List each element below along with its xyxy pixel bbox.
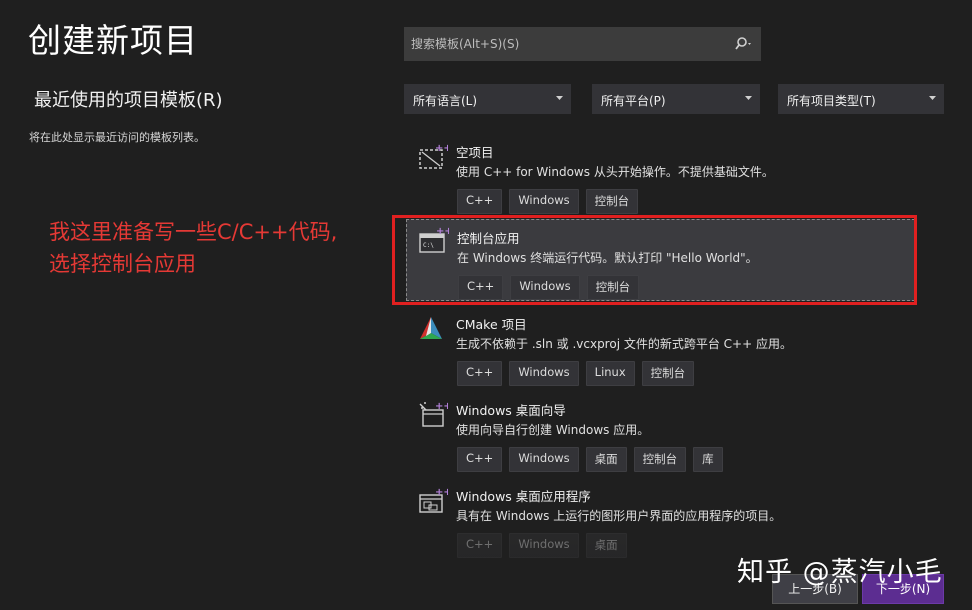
annotation-line: 我这里准备写一些C/C++代码, — [49, 220, 338, 244]
tag: Windows — [509, 361, 579, 386]
tag: C++ — [457, 533, 503, 558]
template-description: 使用 C++ for Windows 从头开始操作。不提供基础文件。 — [456, 165, 774, 179]
tag: Windows — [509, 447, 579, 472]
template-description: 在 Windows 终端运行代码。默认打印 "Hello World"。 — [457, 251, 758, 265]
tag: Linux — [585, 361, 635, 386]
tag: 桌面 — [585, 447, 627, 472]
chevron-down-icon — [556, 96, 563, 100]
tag: C++ — [457, 361, 503, 386]
svg-text:C:\: C:\ — [423, 242, 434, 249]
template-description: 生成不依赖于 .sln 或 .vcxproj 文件的新式跨平台 C++ 应用。 — [456, 337, 792, 351]
tag: C++ — [458, 275, 504, 300]
watermark: 知乎 @蒸汽小毛 — [737, 557, 943, 588]
chevron-down-icon — [929, 96, 936, 100]
svg-text:++: ++ — [435, 401, 448, 412]
template-cmake-project[interactable]: CMake 项目 生成不依赖于 .sln 或 .vcxproj 文件的新式跨平台… — [406, 306, 915, 388]
chevron-down-icon — [745, 96, 752, 100]
platform-filter[interactable]: 所有平台(P) — [592, 84, 760, 114]
template-name: 控制台应用 — [457, 231, 520, 246]
platform-filter-label: 所有平台(P) — [601, 94, 666, 108]
template-description: 具有在 Windows 上运行的图形用户界面的应用程序的项目。 — [456, 509, 782, 523]
annotation-text: 我这里准备写一些C/C++代码, 选择控制台应用 — [49, 216, 337, 280]
tag: C++ — [457, 189, 503, 214]
template-name: Windows 桌面应用程序 — [456, 489, 591, 504]
tag: Windows — [509, 533, 579, 558]
empty-project-icon: ++ — [419, 143, 448, 169]
tag: 控制台 — [585, 189, 639, 214]
search-icon[interactable] — [734, 36, 754, 52]
desktop-wizard-icon: ++ — [419, 401, 448, 427]
tag: 控制台 — [641, 361, 695, 386]
tag: 控制台 — [586, 275, 640, 300]
svg-text:++: ++ — [436, 226, 449, 237]
cmake-icon — [420, 317, 442, 339]
template-empty-project[interactable]: ++ 空项目 使用 C++ for Windows 从头开始操作。不提供基础文件… — [406, 134, 915, 214]
tag: C++ — [457, 447, 503, 472]
language-filter-label: 所有语言(L) — [413, 94, 478, 108]
template-name: 空项目 — [456, 145, 494, 160]
template-name: Windows 桌面向导 — [456, 403, 566, 418]
template-windows-desktop-app[interactable]: ++ Windows 桌面应用程序 具有在 Windows 上运行的图形用户界面… — [406, 478, 915, 558]
recent-templates-empty-text: 将在此处显示最近访问的模板列表。 — [29, 131, 205, 144]
template-description: 使用向导自行创建 Windows 应用。 — [456, 423, 650, 437]
page-title: 创建新项目 — [28, 21, 198, 60]
project-type-filter[interactable]: 所有项目类型(T) — [778, 84, 944, 114]
tag: Windows — [509, 189, 579, 214]
language-filter[interactable]: 所有语言(L) — [404, 84, 571, 114]
template-name: CMake 项目 — [456, 317, 527, 332]
console-app-icon: C:\ ++ — [419, 226, 449, 253]
project-type-filter-label: 所有项目类型(T) — [787, 94, 876, 108]
tag: 桌面 — [585, 533, 627, 558]
annotation-line: 选择控制台应用 — [49, 252, 196, 276]
template-windows-desktop-wizard[interactable]: ++ Windows 桌面向导 使用向导自行创建 Windows 应用。 C++… — [406, 392, 915, 474]
tag: Windows — [510, 275, 580, 300]
tag: 库 — [693, 447, 723, 472]
recent-templates-heading: 最近使用的项目模板(R) — [34, 90, 223, 111]
template-console-app[interactable]: C:\ ++ 控制台应用 在 Windows 终端运行代码。默认打印 "Hell… — [406, 219, 915, 301]
svg-text:++: ++ — [435, 143, 448, 154]
tag: 控制台 — [633, 447, 687, 472]
desktop-app-icon: ++ — [419, 487, 448, 513]
template-search[interactable] — [404, 27, 761, 61]
search-input[interactable] — [405, 28, 737, 60]
svg-text:++: ++ — [435, 487, 448, 498]
